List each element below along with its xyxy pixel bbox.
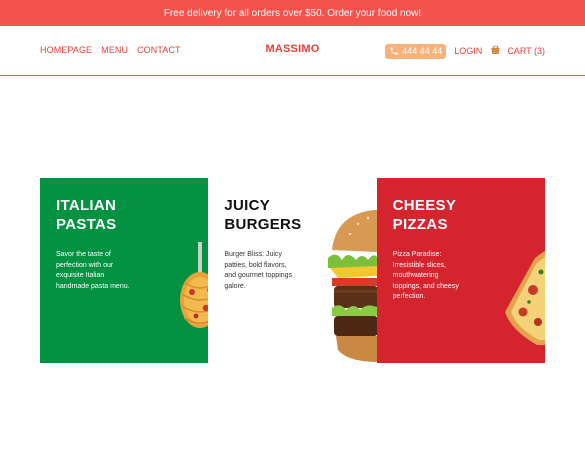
category-card-pizzas[interactable]: CHEESY PIZZAS Pizza Paradise: Irresistib…	[376, 178, 545, 363]
header-actions: 444 44 44 LOGIN CART (3)	[385, 42, 545, 60]
card-title: JUICY BURGERS	[224, 196, 334, 234]
card-title-line: BURGERS	[224, 216, 302, 233]
promo-text: Free delivery for all orders over $50. O…	[163, 7, 422, 19]
card-description: Pizza Paradise: Irresistible slices, mou…	[392, 251, 459, 301]
card-title-line: ITALIAN	[56, 197, 117, 214]
cart-basket-icon	[490, 42, 501, 60]
card-title-line: PIZZAS	[392, 216, 448, 233]
pasta-fork-image	[180, 242, 209, 328]
card-title-line: CHEESY	[392, 197, 457, 214]
phone-number: 444 44 44	[402, 46, 443, 56]
phone-button[interactable]: 444 44 44	[385, 43, 447, 59]
login-link[interactable]: LOGIN	[454, 46, 482, 56]
promo-banner: Free delivery for all orders over $50. O…	[0, 0, 585, 26]
card-description: Burger Bliss: Juicy patties, bold flavor…	[224, 251, 293, 290]
card-title: CHEESY PIZZAS	[393, 196, 503, 234]
site-header: HOMEPAGE MENU CONTACT MASSIMO 444 44 44 …	[0, 26, 585, 76]
card-description: Savor the taste of perfection with our e…	[56, 251, 130, 290]
burger-image	[328, 210, 377, 362]
card-title-line: PASTAS	[56, 216, 117, 233]
category-card-pastas[interactable]: ITALIAN PASTAS Savor the taste of perfec…	[40, 178, 209, 363]
card-title-line: JUICY	[224, 197, 271, 214]
cart-button[interactable]: CART (3)	[490, 42, 545, 60]
pizza-slice-image	[504, 250, 545, 345]
category-cards: ITALIAN PASTAS Savor the taste of perfec…	[40, 178, 545, 363]
cart-label: CART (3)	[507, 46, 545, 56]
card-title: ITALIAN PASTAS	[56, 196, 166, 234]
phone-icon	[389, 46, 399, 56]
category-card-burgers[interactable]: JUICY BURGERS Burger Bliss: Juicy pattie…	[208, 178, 377, 363]
